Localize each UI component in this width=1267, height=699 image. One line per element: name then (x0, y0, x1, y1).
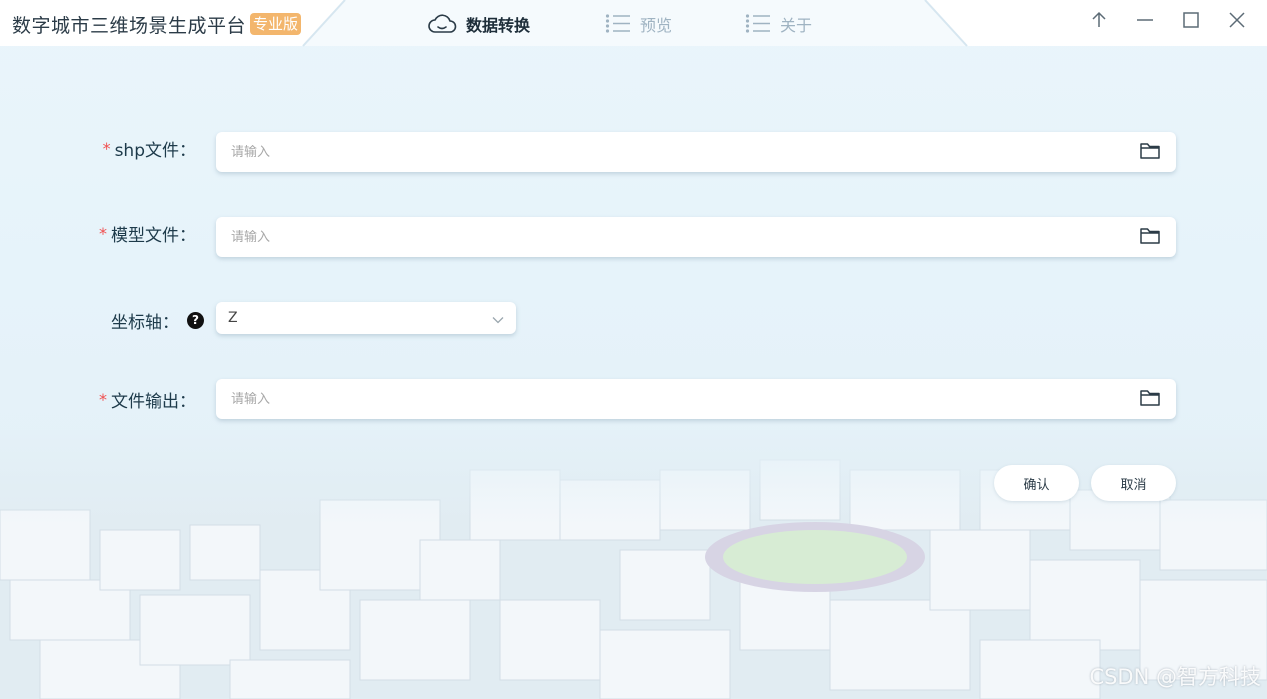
maximize-button[interactable] (1179, 10, 1203, 34)
confirm-button[interactable]: 确认 (994, 465, 1079, 501)
model-file-input[interactable] (231, 229, 1139, 245)
required-mark: * (99, 389, 107, 409)
watermark: CSDN @智方科技 (1089, 665, 1261, 689)
chevron-down-icon (492, 309, 504, 328)
close-button[interactable] (1225, 10, 1249, 34)
axis-select[interactable]: Z (216, 302, 516, 334)
close-icon (1228, 11, 1246, 33)
list-icon (745, 13, 771, 35)
pin-up-icon (1090, 11, 1108, 33)
nav-tab-label: 关于 (780, 16, 813, 35)
list-icon (605, 13, 631, 35)
axis-label: 坐标轴： ? (111, 300, 204, 340)
model-file-field (216, 217, 1176, 257)
shp-file-browse-button[interactable] (1139, 141, 1161, 163)
main-nav: 数据转换 预览 关于 (427, 10, 812, 38)
model-file-label: * 模型文件： (99, 213, 196, 253)
axis-select-value: Z (228, 310, 238, 326)
nav-tab-preview[interactable]: 预览 (605, 10, 745, 38)
form-row-shp-file: * shp文件： (0, 132, 1267, 172)
nav-tab-label: 预览 (640, 16, 673, 35)
edition-badge: 专业版 (250, 13, 302, 35)
shp-file-field (216, 132, 1176, 172)
form-row-model-file: * 模型文件： (0, 217, 1267, 257)
shp-file-label: * shp文件： (103, 128, 196, 168)
output-file-field (216, 379, 1176, 419)
axis-label-text: 坐标轴： (111, 312, 179, 333)
minimize-button[interactable] (1133, 10, 1157, 34)
nav-tab-label: 数据转换 (466, 16, 531, 35)
folder-icon (1140, 389, 1160, 410)
output-file-input[interactable] (231, 391, 1139, 407)
form-row-output-file: * 文件输出： (0, 379, 1267, 419)
model-file-label-text: 模型文件： (111, 225, 196, 246)
help-icon[interactable]: ? (187, 311, 204, 329)
window-controls (1087, 10, 1249, 34)
app-title: 数字城市三维场景生成平台 专业版 (12, 11, 302, 37)
minimize-icon (1136, 11, 1154, 33)
nav-tab-data-conversion[interactable]: 数据转换 (427, 10, 605, 38)
cancel-button[interactable]: 取消 (1091, 465, 1176, 501)
cloud-icon (427, 13, 457, 35)
form-row-axis: 坐标轴： ? Z (0, 300, 1267, 340)
nav-tab-about[interactable]: 关于 (745, 10, 812, 38)
required-mark: * (102, 138, 111, 158)
title-bar: 数字城市三维场景生成平台 专业版 数据转换 预览 关于 (0, 0, 1267, 50)
shp-file-input[interactable] (231, 144, 1139, 160)
model-file-browse-button[interactable] (1139, 226, 1161, 248)
pin-top-button[interactable] (1087, 10, 1111, 34)
output-file-label: * 文件输出： (99, 379, 196, 419)
folder-icon (1140, 227, 1160, 248)
required-mark: * (99, 223, 107, 243)
output-file-label-text: 文件输出： (111, 391, 196, 412)
conversion-form: * shp文件： * 模型文件： 坐标轴： (0, 0, 1267, 699)
folder-icon (1140, 142, 1160, 163)
maximize-icon (1182, 11, 1200, 33)
shp-file-label-text: shp文件： (114, 140, 196, 161)
output-file-browse-button[interactable] (1139, 388, 1161, 410)
app-title-text: 数字城市三维场景生成平台 (12, 14, 247, 37)
